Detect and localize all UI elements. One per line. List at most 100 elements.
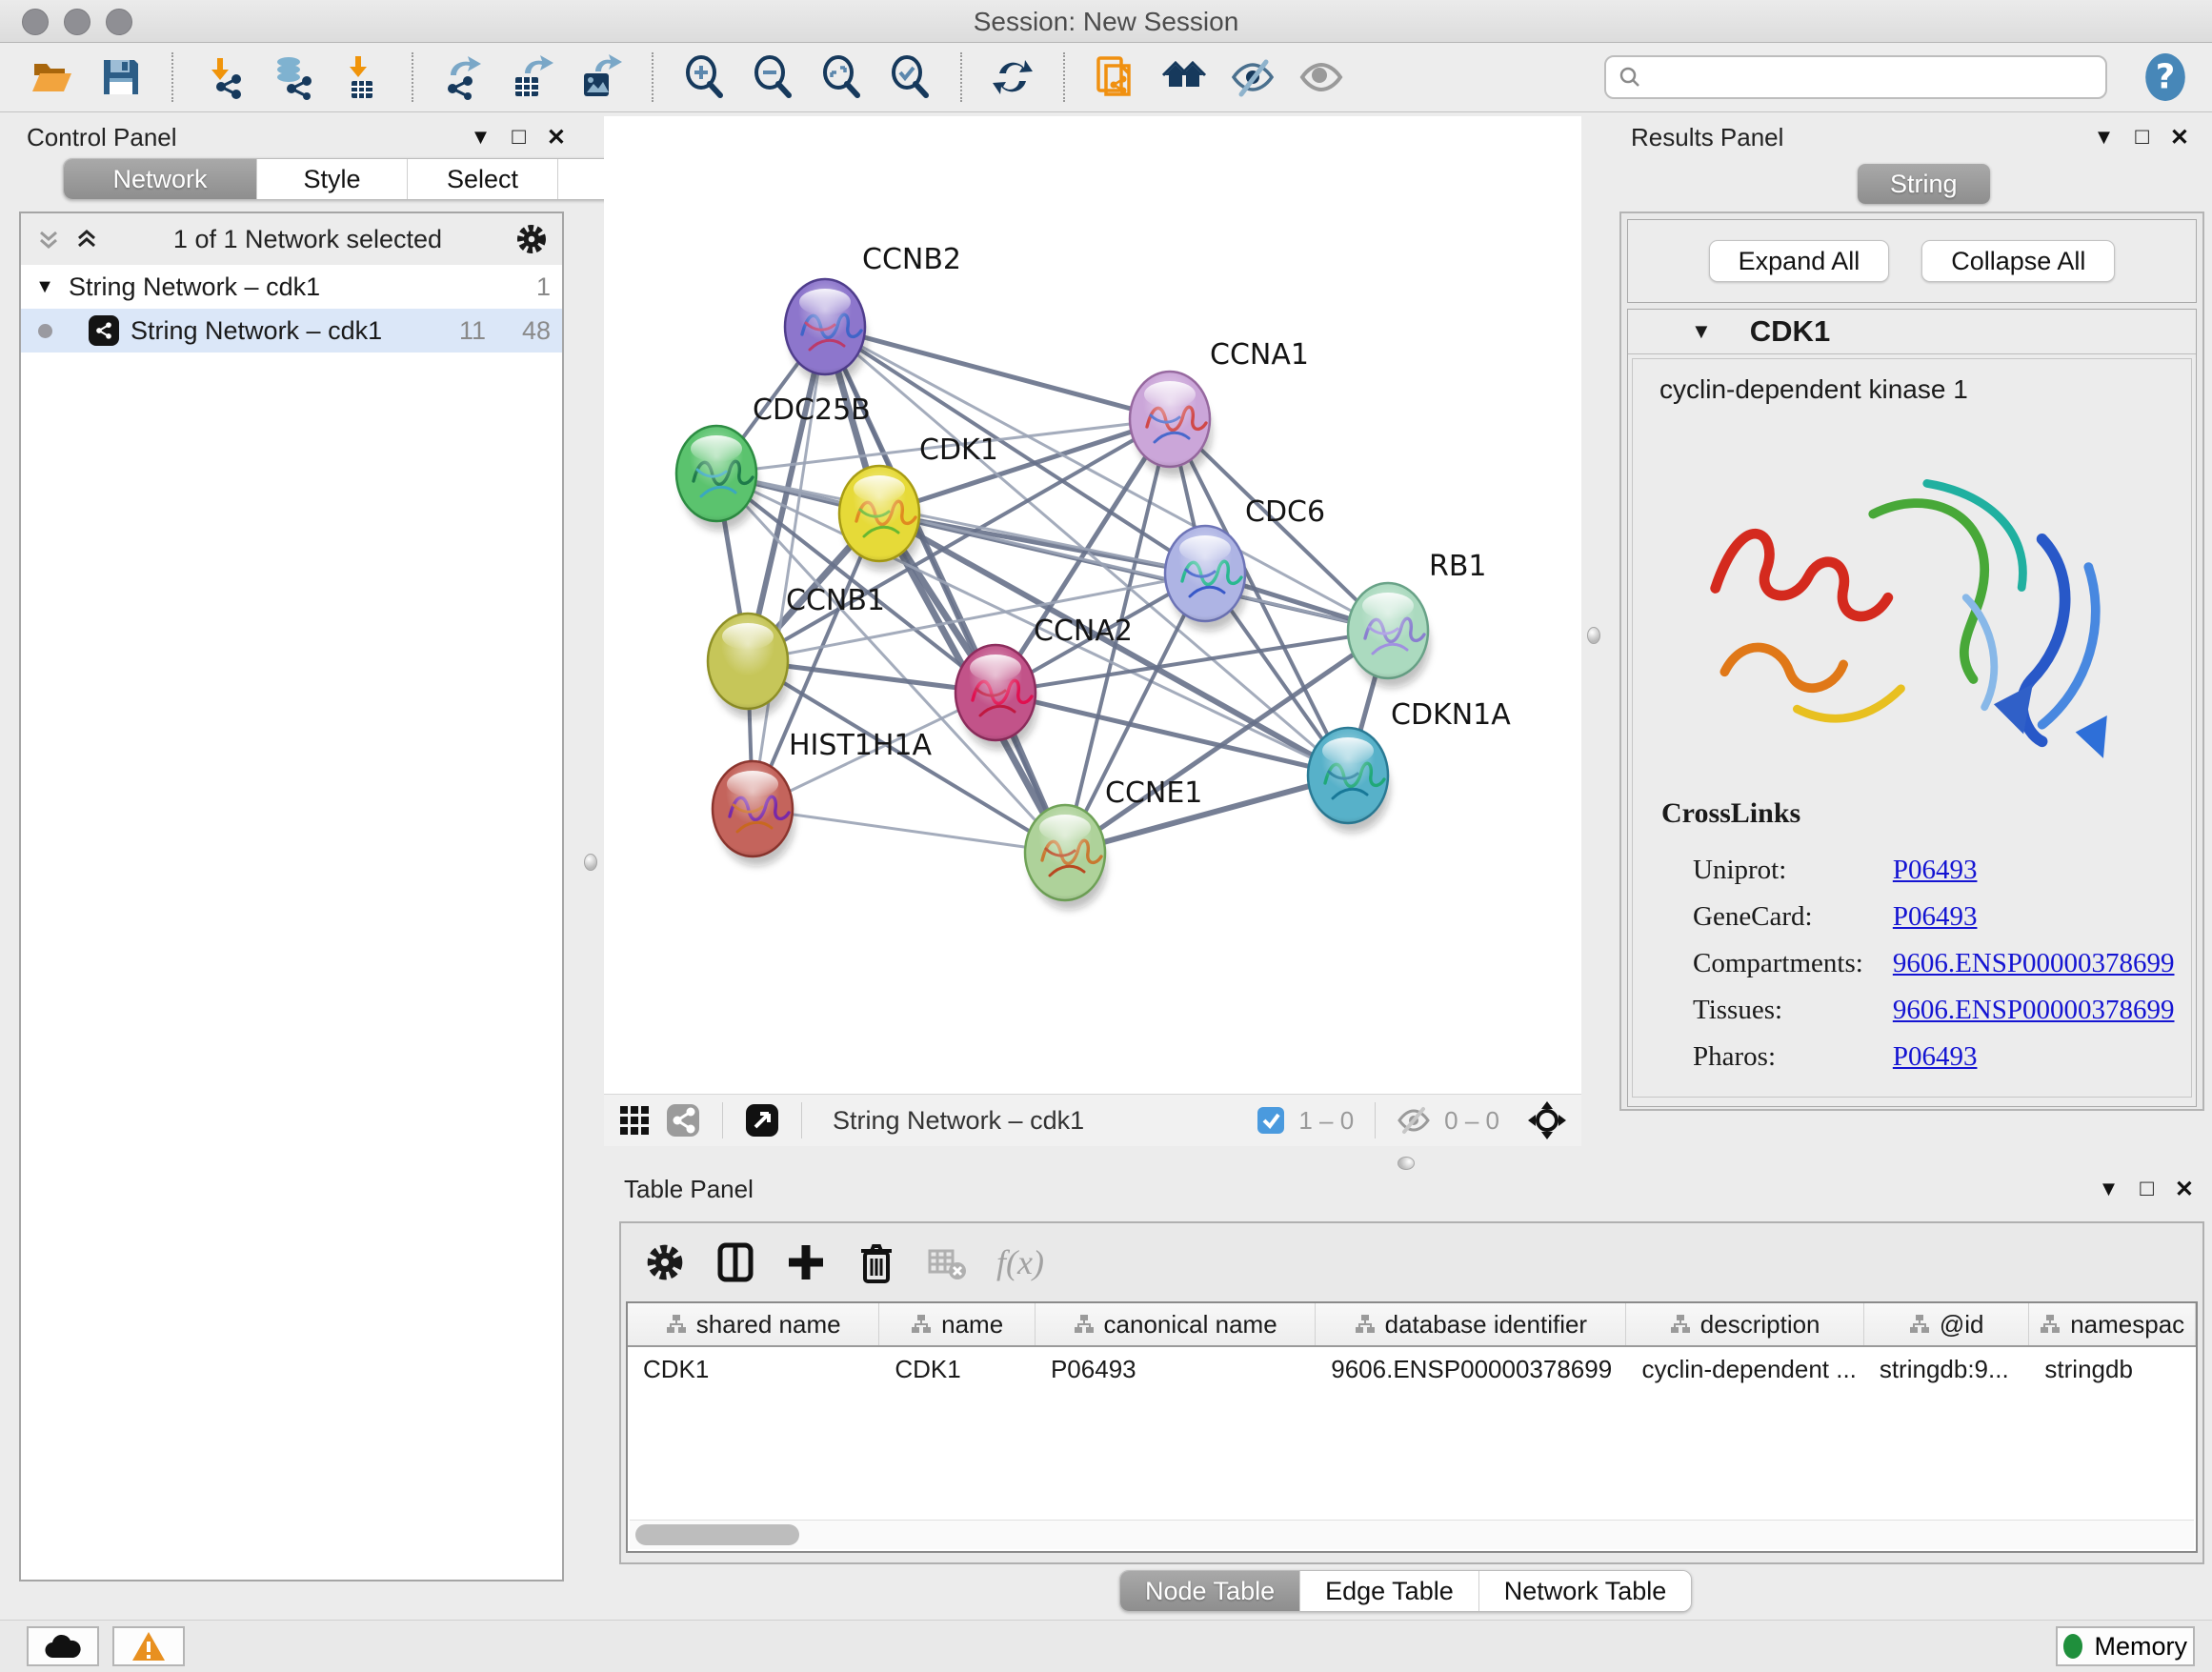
column-header-name[interactable]: name [879, 1303, 1036, 1345]
column-header-shared-name[interactable]: shared name [628, 1303, 879, 1345]
apply-layout-button[interactable] [983, 49, 1042, 106]
edge-HIST1H1A-CCNE1[interactable] [753, 809, 1065, 853]
edge-CCNA1-CCNA2[interactable] [995, 419, 1170, 693]
show-details-button[interactable] [1292, 49, 1351, 106]
crosslink-link[interactable]: P06493 [1893, 855, 1978, 885]
table-cell[interactable]: P06493 [1036, 1347, 1316, 1391]
node-CCNA1[interactable]: CCNA1 [1130, 338, 1309, 476]
table-cell[interactable]: stringdb:9... [1864, 1347, 2030, 1391]
table-cell[interactable]: 9606.ENSP00000378699 [1316, 1347, 1626, 1391]
crosslink-link[interactable]: P06493 [1893, 1041, 1978, 1072]
open-in-new-window-icon[interactable] [744, 1102, 780, 1138]
string-home-button[interactable] [1155, 49, 1214, 106]
crosslink-link[interactable]: 9606.ENSP00000378699 [1893, 948, 2175, 978]
toolbar-separator [412, 52, 413, 102]
zoom-selected-button[interactable] [880, 49, 939, 106]
float-panel-icon[interactable]: ▼ [2099, 1177, 2120, 1201]
node-CDKN1A[interactable]: CDKN1A [1308, 698, 1511, 833]
delete-column-trash-icon[interactable] [855, 1241, 897, 1283]
collapse-caret-icon[interactable]: ▼ [1691, 319, 1712, 344]
table-row[interactable]: CDK1CDK1P064939606.ENSP00000378699cyclin… [628, 1347, 2196, 1391]
node-CCNB2[interactable]: CCNB2 [785, 243, 961, 384]
grid-view-icon[interactable] [617, 1103, 652, 1138]
import-table-file-button[interactable] [332, 49, 391, 106]
table-cell[interactable]: stringdb [2029, 1347, 2196, 1391]
network-collection-row[interactable]: ▼ String Network – cdk1 1 [21, 265, 562, 309]
tab-edge-table[interactable]: Edge Table [1300, 1571, 1479, 1611]
show-columns-icon[interactable] [714, 1241, 756, 1283]
export-table-button[interactable] [503, 49, 562, 106]
node-HIST1H1A[interactable]: HIST1H1A [713, 729, 933, 866]
close-panel-icon[interactable]: ✕ [2175, 1176, 2194, 1203]
cloud-status-button[interactable] [27, 1626, 99, 1666]
control-panel-header: Control Panel ▼ □ ✕ [27, 122, 566, 152]
maximize-panel-icon[interactable]: □ [512, 124, 526, 151]
import-network-file-button[interactable] [194, 49, 253, 106]
zoom-fit-button[interactable] [812, 49, 871, 106]
edge-CCNB2-RB1[interactable] [825, 327, 1388, 631]
table-cell[interactable]: CDK1 [628, 1347, 879, 1391]
splitter-grip[interactable] [1398, 1157, 1415, 1170]
tab-network-table[interactable]: Network Table [1479, 1571, 1692, 1611]
export-image-button[interactable] [572, 49, 631, 106]
collapse-all-button[interactable]: Collapse All [1921, 240, 2115, 282]
import-network-database-button[interactable] [263, 49, 322, 106]
birds-eye-view-icon[interactable] [1526, 1099, 1568, 1141]
table-cell[interactable]: CDK1 [879, 1347, 1036, 1391]
splitter-grip[interactable] [1587, 627, 1600, 644]
close-panel-icon[interactable]: ✕ [2170, 124, 2189, 151]
tab-network[interactable]: Network [64, 159, 257, 199]
splitter-grip[interactable] [584, 854, 597, 871]
memory-button[interactable]: Memory [2056, 1626, 2195, 1666]
scrollbar-thumb[interactable] [635, 1524, 799, 1545]
float-panel-icon[interactable]: ▼ [2094, 125, 2115, 150]
open-session-button[interactable] [23, 49, 82, 106]
column-header-database-identifier[interactable]: database identifier [1316, 1303, 1626, 1345]
zoom-in-button[interactable] [674, 49, 734, 106]
node-label-CCNA1: CCNA1 [1210, 338, 1309, 372]
column-header-description[interactable]: description [1626, 1303, 1863, 1345]
edge-CCNA2-CDKN1A[interactable] [995, 693, 1348, 776]
create-column-icon[interactable] [785, 1241, 827, 1283]
expand-all-button[interactable]: Expand All [1709, 240, 1890, 282]
help-button[interactable]: ? [2142, 51, 2189, 103]
tab-string[interactable]: String [1858, 164, 1990, 204]
collapse-all-icon[interactable] [34, 225, 63, 253]
node-CCNE1[interactable]: CCNE1 [1025, 776, 1202, 910]
open-folder-icon [30, 54, 75, 100]
search-input[interactable] [1650, 62, 2094, 93]
network-row[interactable]: String Network – cdk1 11 48 [21, 309, 562, 353]
tab-select[interactable]: Select [408, 159, 558, 199]
zoom-out-button[interactable] [743, 49, 802, 106]
tab-style[interactable]: Style [257, 159, 408, 199]
export-network-icon [441, 54, 487, 100]
column-header-namespac[interactable]: namespac [2029, 1303, 2196, 1345]
hide-details-button[interactable] [1223, 49, 1282, 106]
gene-section-header[interactable]: ▼ CDK1 [1628, 310, 2196, 354]
expand-all-icon[interactable] [72, 225, 101, 253]
crosslink-row: Uniprot:P06493 [1692, 854, 2203, 887]
node-RB1[interactable]: RB1 [1348, 550, 1487, 688]
float-panel-icon[interactable]: ▼ [471, 125, 492, 150]
selected-checkbox[interactable] [1257, 1106, 1285, 1135]
node-label-CCNE1: CCNE1 [1105, 776, 1202, 810]
crosslink-link[interactable]: P06493 [1893, 901, 1978, 932]
collection-expander-icon[interactable]: ▼ [32, 276, 57, 298]
export-network-button[interactable] [434, 49, 493, 106]
tab-node-table[interactable]: Node Table [1120, 1571, 1300, 1611]
copy-network-button[interactable] [1086, 49, 1145, 106]
function-builder-icon: f(x) [996, 1242, 1044, 1282]
warnings-button[interactable] [112, 1626, 185, 1666]
network-canvas[interactable]: CCNB2CCNA1CDC25BCDK1CDC6RB1CCNB1CCNA2CDK… [604, 116, 1581, 1094]
network-view-icon[interactable] [665, 1102, 701, 1138]
maximize-panel-icon[interactable]: □ [2135, 124, 2149, 151]
close-panel-icon[interactable]: ✕ [547, 124, 566, 151]
column-header--id[interactable]: @id [1864, 1303, 2030, 1345]
maximize-panel-icon[interactable]: □ [2140, 1176, 2154, 1202]
crosslink-link[interactable]: 9606.ENSP00000378699 [1893, 995, 2175, 1025]
column-header-canonical-name[interactable]: canonical name [1036, 1303, 1316, 1345]
table-cell[interactable]: cyclin-dependent ... [1626, 1347, 1863, 1391]
table-options-gear-icon[interactable] [644, 1241, 686, 1283]
save-session-button[interactable] [91, 49, 151, 106]
gear-icon[interactable] [514, 222, 549, 256]
